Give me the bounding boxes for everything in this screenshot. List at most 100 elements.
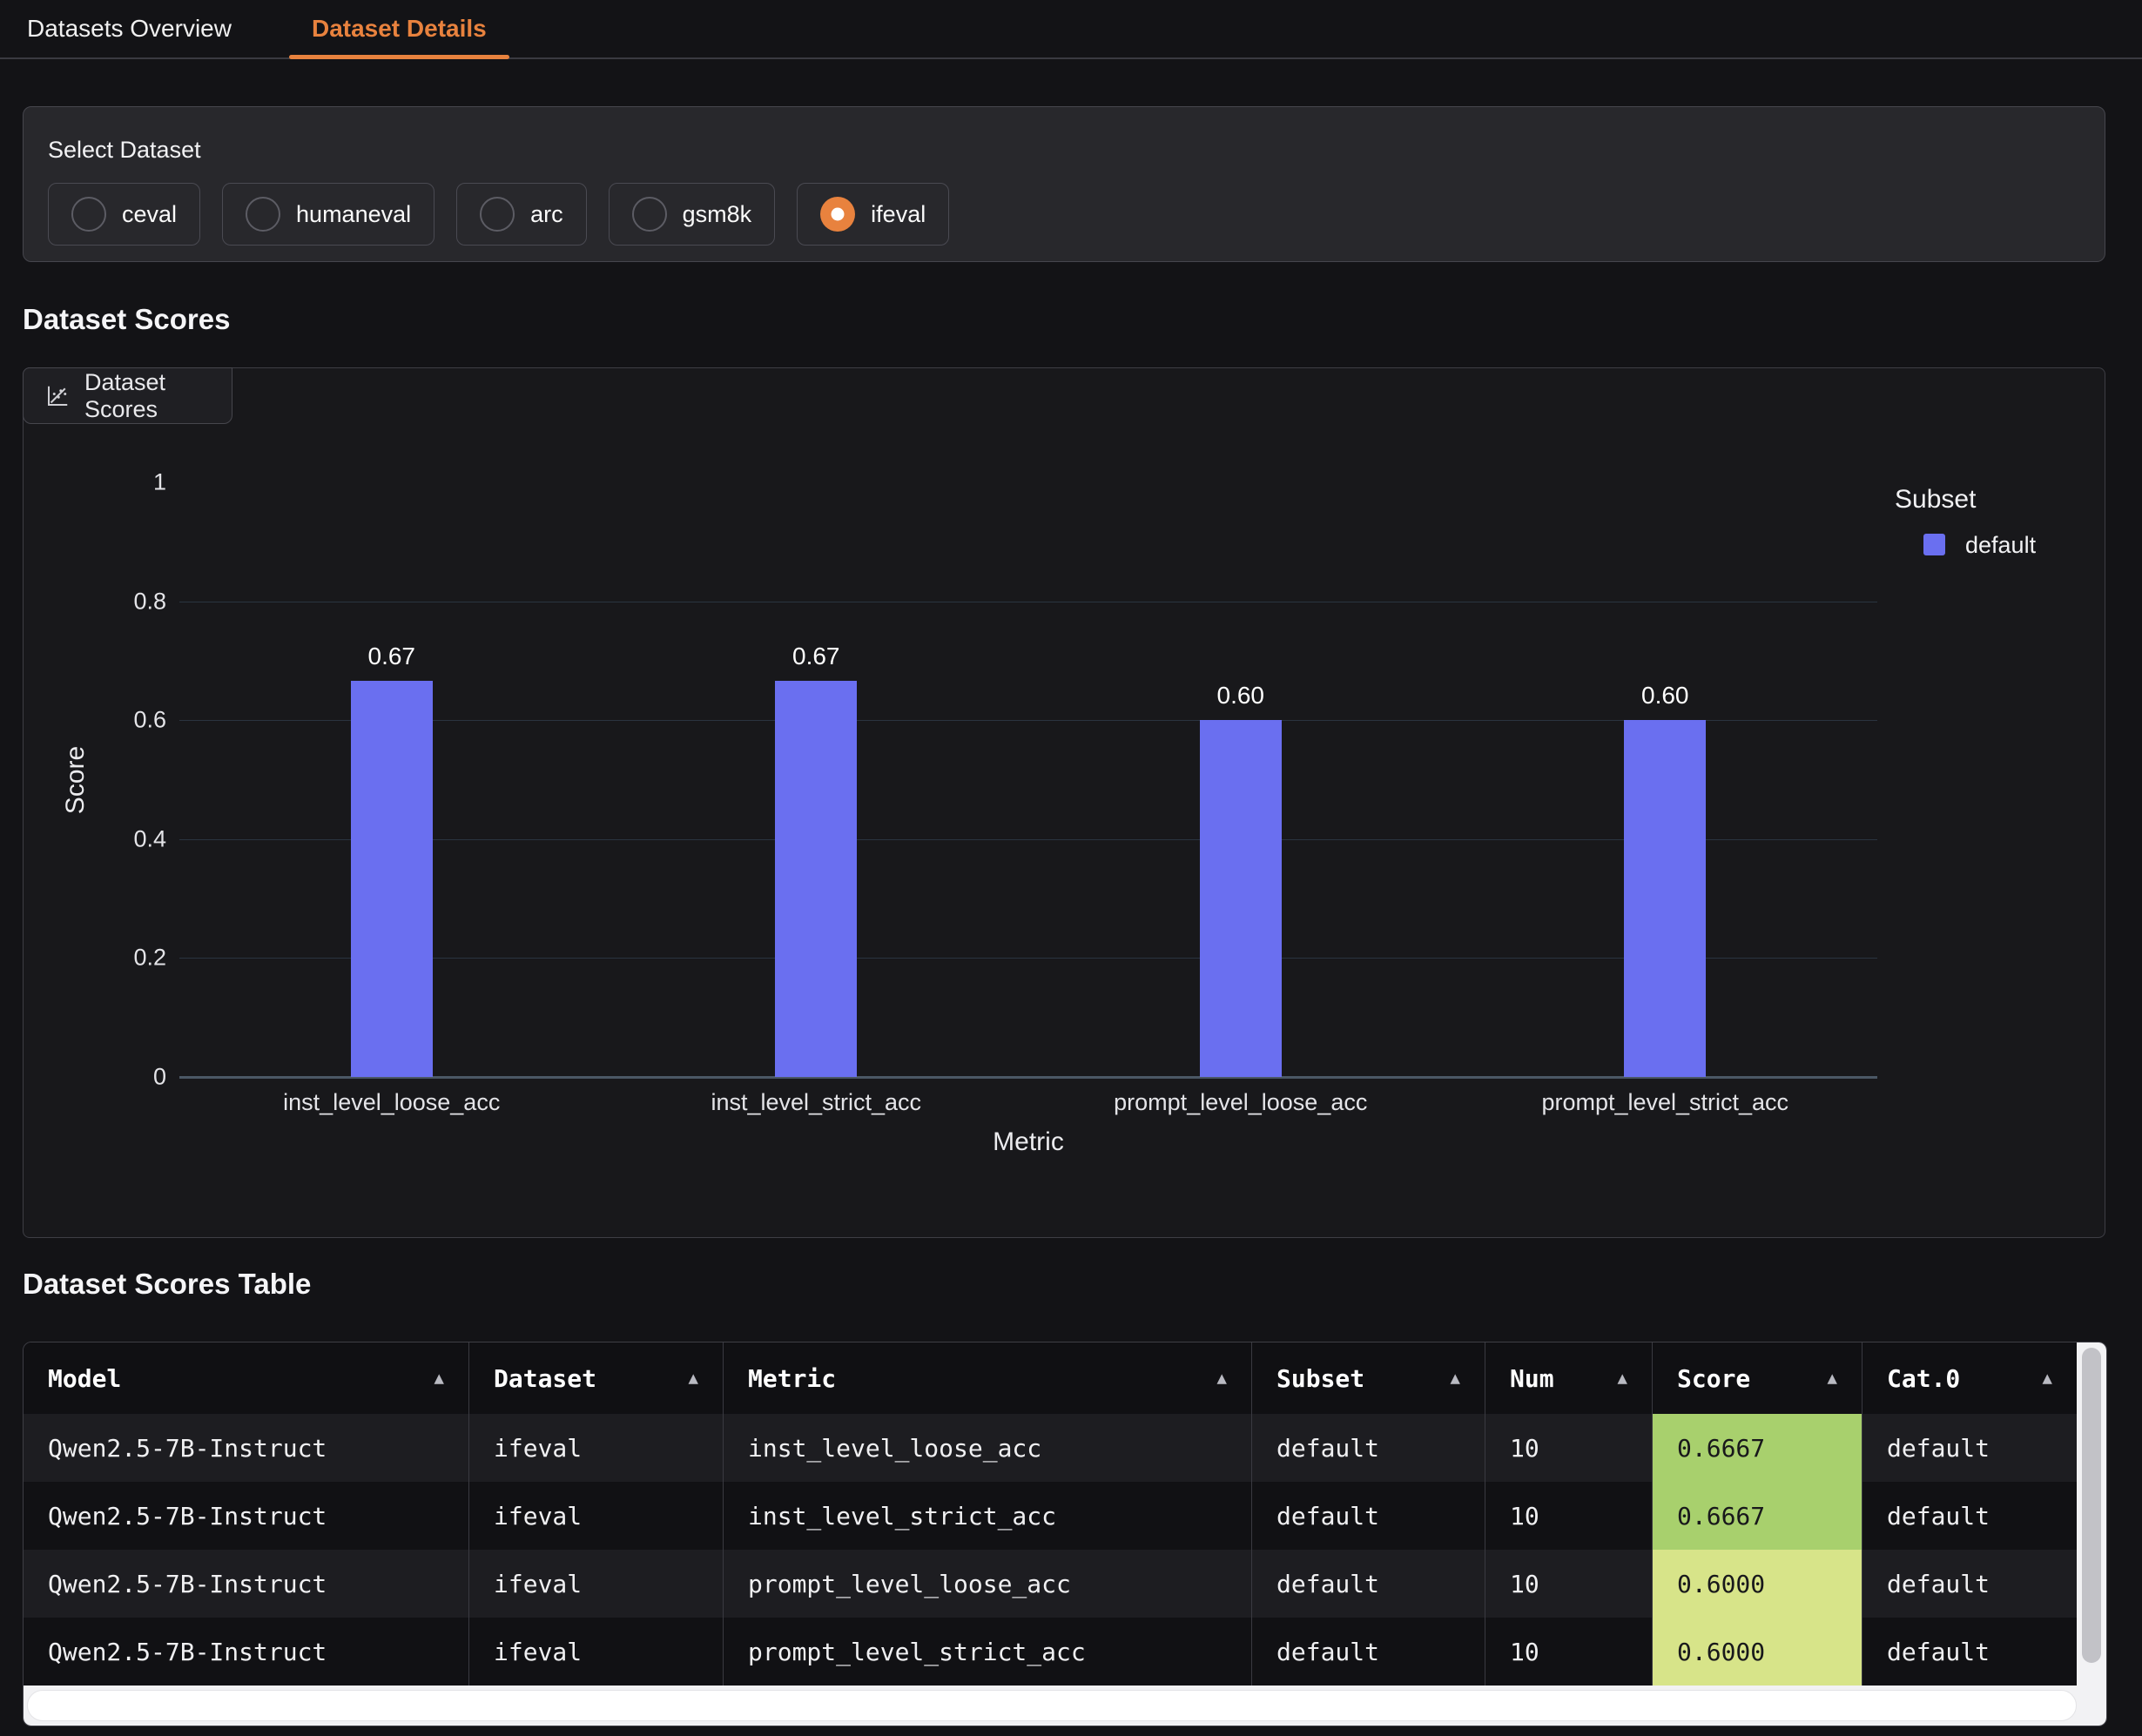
- x-category-label: prompt_level_strict_acc: [1541, 1089, 1788, 1116]
- table-row: Qwen2.5-7B-Instructifevalinst_level_loos…: [24, 1414, 2077, 1482]
- cell-num: 10: [1485, 1618, 1653, 1686]
- table-row: Qwen2.5-7B-Instructifevalinst_level_stri…: [24, 1482, 2077, 1550]
- column-header-label: Num: [1510, 1364, 1554, 1393]
- cell-subset: default: [1252, 1550, 1485, 1618]
- radio-option-ifeval[interactable]: ifeval: [797, 183, 949, 246]
- vertical-scrollbar: [2077, 1342, 2106, 1686]
- dataset-scores-heading: Dataset Scores: [23, 303, 230, 336]
- cell-cat0: default: [1862, 1482, 2077, 1550]
- cell-dataset: ifeval: [469, 1482, 724, 1550]
- radio-unselected-icon: [246, 197, 280, 232]
- column-header-label: Model: [48, 1364, 121, 1393]
- table-grid: Model▲Dataset▲Metric▲Subset▲Num▲Score▲Ca…: [24, 1342, 2077, 1686]
- x-axis-line: [179, 1076, 1877, 1079]
- radio-option-arc[interactable]: arc: [456, 183, 587, 246]
- bar-value-label: 0.67: [792, 643, 840, 670]
- horizontal-scrollbar-thumb[interactable]: [27, 1690, 2077, 1721]
- gridline-0.6: [179, 720, 1877, 721]
- cell-subset: default: [1252, 1482, 1485, 1550]
- sort-arrow-icon: ▲: [1217, 1369, 1227, 1388]
- cell-num: 10: [1485, 1482, 1653, 1550]
- radio-option-ceval[interactable]: ceval: [48, 183, 200, 246]
- radio-selected-icon: [820, 197, 855, 232]
- cell-score: 0.6667: [1653, 1414, 1862, 1482]
- table-header-row: Model▲Dataset▲Metric▲Subset▲Num▲Score▲Ca…: [24, 1342, 2077, 1414]
- cell-score: 0.6000: [1653, 1550, 1862, 1618]
- cell-cat0: default: [1862, 1414, 2077, 1482]
- radio-option-humaneval[interactable]: humaneval: [222, 183, 434, 246]
- sort-arrow-icon: ▲: [1828, 1369, 1837, 1388]
- column-header-label: Subset: [1276, 1364, 1364, 1393]
- vertical-scrollbar-thumb[interactable]: [2082, 1348, 2101, 1663]
- column-header-cat-0[interactable]: Cat.0 ▲: [1862, 1342, 2077, 1414]
- radio-unselected-icon: [632, 197, 667, 232]
- x-category-label: prompt_level_loose_acc: [1114, 1089, 1367, 1116]
- legend-title: Subset: [1895, 485, 1976, 515]
- bar-inst-level-strict-acc[interactable]: [775, 681, 857, 1077]
- sort-arrow-icon: ▲: [689, 1369, 698, 1388]
- bar-value-label: 0.67: [368, 643, 416, 670]
- radio-option-gsm8k[interactable]: gsm8k: [609, 183, 776, 246]
- y-tick-label: 0.6: [62, 707, 166, 734]
- top-tab-bar: Datasets Overview Dataset Details: [0, 0, 2142, 59]
- tab-datasets-overview[interactable]: Datasets Overview: [4, 0, 254, 57]
- cell-dataset: ifeval: [469, 1414, 724, 1482]
- radio-option-label: arc: [530, 201, 563, 228]
- cell-score: 0.6000: [1653, 1618, 1862, 1686]
- y-tick-label: 0: [62, 1064, 166, 1091]
- cell-subset: default: [1252, 1414, 1485, 1482]
- column-header-num[interactable]: Num ▲: [1485, 1342, 1653, 1414]
- column-header-label: Score: [1677, 1364, 1750, 1393]
- cell-model: Qwen2.5-7B-Instruct: [24, 1618, 469, 1686]
- column-header-label: Dataset: [494, 1364, 596, 1393]
- cell-num: 10: [1485, 1414, 1653, 1482]
- radio-option-label: ifeval: [871, 201, 926, 228]
- cell-model: Qwen2.5-7B-Instruct: [24, 1482, 469, 1550]
- cell-cat0: default: [1862, 1550, 2077, 1618]
- y-tick-label: 0.8: [62, 588, 166, 615]
- table-row: Qwen2.5-7B-Instructifevalprompt_level_lo…: [24, 1550, 2077, 1618]
- select-dataset-title: Select Dataset: [48, 137, 2080, 164]
- radio-option-label: gsm8k: [683, 201, 752, 228]
- column-header-model[interactable]: Model ▲: [24, 1342, 469, 1414]
- sort-arrow-icon: ▲: [1618, 1369, 1627, 1388]
- dataset-scores-table-heading: Dataset Scores Table: [23, 1268, 311, 1301]
- legend-swatch[interactable]: [1923, 534, 1945, 555]
- column-header-score[interactable]: Score ▲: [1653, 1342, 1862, 1414]
- cell-metric: prompt_level_strict_acc: [724, 1618, 1252, 1686]
- chart-panel-tab[interactable]: Dataset Scores: [23, 367, 232, 424]
- y-tick-label: 0.2: [62, 945, 166, 972]
- column-header-subset[interactable]: Subset ▲: [1252, 1342, 1485, 1414]
- sort-arrow-icon: ▲: [1451, 1369, 1460, 1388]
- x-category-label: inst_level_strict_acc: [711, 1089, 921, 1116]
- dataset-scores-chart-panel: Dataset Scores 00.20.40.60.810.67inst_le…: [23, 367, 2105, 1238]
- radio-unselected-icon: [71, 197, 106, 232]
- select-dataset-panel: Select Dataset ceval humaneval arc gsm8k ife…: [23, 106, 2105, 262]
- sort-arrow-icon: ▲: [2043, 1369, 2052, 1388]
- bar-inst-level-loose-acc[interactable]: [351, 681, 433, 1077]
- horizontal-scrollbar: [24, 1686, 2106, 1726]
- cell-dataset: ifeval: [469, 1618, 724, 1686]
- tab-dataset-details[interactable]: Dataset Details: [289, 0, 509, 57]
- cell-dataset: ifeval: [469, 1550, 724, 1618]
- x-axis-title: Metric: [993, 1127, 1064, 1157]
- sort-arrow-icon: ▲: [434, 1369, 444, 1388]
- column-header-label: Cat.0: [1887, 1364, 1960, 1393]
- bar-prompt-level-strict-acc[interactable]: [1624, 720, 1706, 1077]
- dataset-scores-table: Model▲Dataset▲Metric▲Subset▲Num▲Score▲Ca…: [23, 1342, 2107, 1726]
- column-header-metric[interactable]: Metric▲: [724, 1342, 1252, 1414]
- dataset-radio-group: ceval humaneval arc gsm8k ifeval: [48, 183, 2080, 246]
- column-header-dataset[interactable]: Dataset ▲: [469, 1342, 724, 1414]
- bar-value-label: 0.60: [1641, 682, 1689, 710]
- cell-subset: default: [1252, 1618, 1485, 1686]
- y-axis-title: Score: [61, 745, 91, 813]
- cell-metric: inst_level_strict_acc: [724, 1482, 1252, 1550]
- radio-option-label: humaneval: [296, 201, 411, 228]
- legend-entry-label: default: [1965, 532, 2036, 559]
- cell-score: 0.6667: [1653, 1482, 1862, 1550]
- y-tick-label: 0.4: [62, 825, 166, 852]
- radio-option-label: ceval: [122, 201, 177, 228]
- bar-prompt-level-loose-acc[interactable]: [1200, 720, 1282, 1077]
- cell-model: Qwen2.5-7B-Instruct: [24, 1414, 469, 1482]
- cell-model: Qwen2.5-7B-Instruct: [24, 1550, 469, 1618]
